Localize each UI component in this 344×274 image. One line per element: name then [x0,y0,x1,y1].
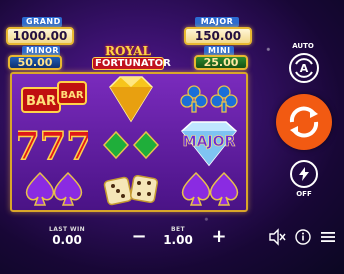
yellow-diamond-symbol [92,74,170,124]
grand-jackpot-value: 1000.00 [6,27,74,45]
auto-spin-icon: A [295,58,313,78]
reel-2 [92,74,170,210]
auto-label: AUTO [292,42,314,50]
sound-button[interactable] [268,228,286,246]
minor-jackpot-value: 50.00 [8,55,62,70]
spades-symbol [14,166,92,211]
major-symbol-text: MAJOR [183,134,236,150]
spin-button[interactable] [276,94,332,150]
green-diamonds-symbol [92,122,170,167]
bet-increase-button[interactable]: + [208,226,230,248]
seven-symbol: 777 [14,121,92,166]
auto-spin-button[interactable]: A [289,53,319,83]
bar-text: BAR [26,94,56,109]
last-win-value: 0.00 [52,233,82,247]
bet-label: BET [171,226,185,233]
bet-decrease-button[interactable]: − [128,226,150,248]
last-win-label: LAST WIN [48,226,86,233]
turbo-off-label: OFF [296,190,312,198]
logo-fortunator: FORTUNATOR [92,57,171,70]
mini-jackpot-value: 25.00 [194,55,248,70]
bet-value: 1.00 [163,233,193,247]
major-diamond-symbol: MAJOR [170,119,248,167]
turbo-off-icon [299,167,309,181]
menu-button[interactable] [319,228,337,246]
spin-icon [289,106,319,138]
info-button[interactable] [294,228,312,246]
info-icon [295,229,311,245]
major-label: MAJOR [195,17,239,27]
grand-label: GRAND [22,17,62,27]
bar-symbol: BAR BAR [14,76,92,121]
logo-royal: ROYAL [105,44,151,58]
turbo-button[interactable] [290,160,318,188]
bar-text-small: BAR [60,90,83,101]
game-logo: ROYAL FORTUNATOR [92,44,171,71]
reel-3: MAJOR [170,74,248,210]
spades-symbol-2 [170,166,248,211]
menu-icon [321,232,335,242]
bottom-bar: LAST WIN 0.00 − BET 1.00 + [0,222,344,274]
sound-muted-icon [269,228,286,246]
major-jackpot-value: 150.00 [184,27,252,45]
clubs-symbol [170,76,248,121]
reel-area: BAR BAR 777 MAJOR [10,72,248,212]
auto-letter: A [300,62,309,75]
dice-symbol [92,166,170,211]
game-screen: GRAND 1000.00 MINOR 50.00 MAJOR 150.00 M… [0,0,344,274]
seven-text: 777 [18,123,88,165]
reel-1: BAR BAR 777 [14,74,92,210]
